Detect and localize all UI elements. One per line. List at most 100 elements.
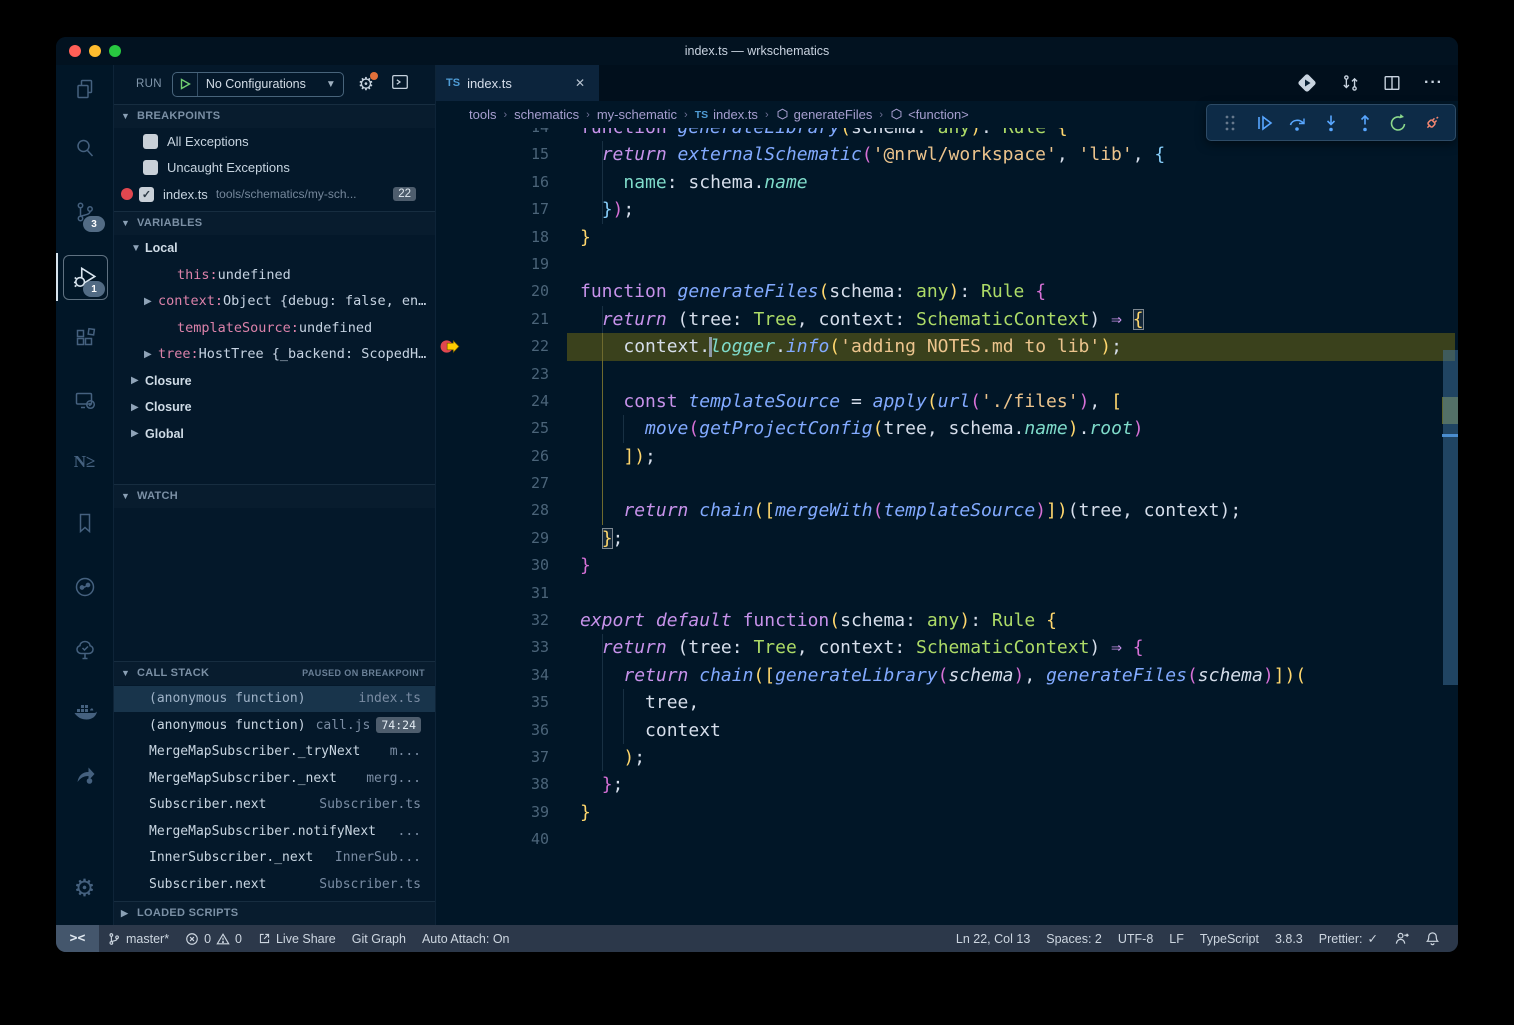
step-into-icon[interactable] (1318, 110, 1344, 136)
close-window-button[interactable] (69, 45, 81, 57)
breakpoint-row[interactable]: Uncaught Exceptions (113, 155, 435, 182)
breakpoint-margin[interactable] (436, 278, 462, 305)
call-stack-frame-row[interactable]: Subscriber.nextSubscriber.ts (113, 792, 435, 819)
line-number[interactable]: 38 (462, 771, 549, 798)
code-line-38[interactable]: 38 }; (436, 771, 1458, 798)
split-editor-icon[interactable] (1382, 73, 1402, 93)
disconnect-icon[interactable] (1419, 110, 1445, 136)
breakpoint-row[interactable]: ✓index.tstools/schematics/my-sch...22 (113, 181, 435, 208)
breakpoint-margin[interactable] (436, 552, 462, 579)
breakpoint-margin[interactable] (436, 415, 462, 442)
continue-icon[interactable] (1251, 110, 1277, 136)
line-number[interactable]: 34 (462, 662, 549, 689)
code-line-30[interactable]: 30} (436, 552, 1458, 579)
more-actions-icon[interactable]: ··· (1424, 74, 1443, 92)
live-share-item[interactable]: Live Share (250, 925, 344, 952)
breadcrumb-item[interactable]: TSindex.ts (695, 107, 758, 122)
loaded-scripts-section-header[interactable]: ▶ LOADED SCRIPTS (113, 901, 435, 925)
breakpoint-margin[interactable] (436, 497, 462, 524)
breakpoint-margin[interactable] (436, 306, 462, 333)
call-stack-section-header[interactable]: ▼ CALL STACK PAUSED ON BREAKPOINT (113, 661, 435, 685)
line-number[interactable]: 40 (462, 826, 549, 853)
variables-scope-row[interactable]: ▶Global (113, 420, 435, 447)
checkbox[interactable]: ✓ (139, 187, 154, 202)
breakpoint-margin[interactable] (436, 128, 462, 141)
settings-gear-icon[interactable]: ⚙ (56, 865, 113, 913)
code-line-19[interactable]: 19 (436, 251, 1458, 278)
git-history-icon[interactable] (56, 563, 113, 611)
code-line-28[interactable]: 28 return chain([mergeWith(templateSourc… (436, 497, 1458, 524)
code-line-18[interactable]: 18} (436, 224, 1458, 251)
encoding-item[interactable]: UTF-8 (1110, 925, 1161, 952)
breakpoint-margin[interactable] (436, 361, 462, 388)
prettier-item[interactable]: Prettier: ✓ (1311, 925, 1386, 952)
zoom-window-button[interactable] (109, 45, 121, 57)
breakpoint-margin[interactable] (436, 662, 462, 689)
breadcrumb-item[interactable]: <function> (890, 107, 969, 122)
line-number[interactable]: 33 (462, 634, 549, 661)
line-number[interactable]: 21 (462, 306, 549, 333)
code-line-27[interactable]: 27 (436, 470, 1458, 497)
breakpoint-margin[interactable] (436, 607, 462, 634)
breakpoint-margin[interactable] (436, 251, 462, 278)
breadcrumb-item[interactable]: generateFiles (776, 107, 873, 122)
problems-item[interactable]: 0 0 (177, 925, 250, 952)
remote-explorer-icon[interactable] (56, 376, 113, 424)
feedback-icon[interactable] (1386, 925, 1417, 952)
typescript-version-item[interactable]: 3.8.3 (1267, 925, 1311, 952)
explorer-icon[interactable] (56, 65, 113, 113)
minimize-window-button[interactable] (89, 45, 101, 57)
configure-gear-icon[interactable]: ⚙ (358, 74, 374, 95)
variables-scope-row[interactable]: ▶Closure (113, 394, 435, 421)
line-number[interactable]: 23 (462, 361, 549, 388)
line-number[interactable]: 39 (462, 799, 549, 826)
variables-section-header[interactable]: ▼ VARIABLES (113, 211, 435, 235)
breakpoint-row[interactable]: All Exceptions (113, 128, 435, 155)
breakpoint-margin[interactable] (436, 826, 462, 853)
code-line-36[interactable]: 36 context (436, 717, 1458, 744)
breakpoint-margin[interactable] (436, 744, 462, 771)
checkbox[interactable] (143, 160, 158, 175)
indentation-item[interactable]: Spaces: 2 (1038, 925, 1110, 952)
step-over-icon[interactable] (1284, 110, 1310, 136)
line-number[interactable]: 25 (462, 415, 549, 442)
close-tab-icon[interactable]: ✕ (571, 74, 589, 92)
line-number[interactable]: 28 (462, 497, 549, 524)
code-editor[interactable]: 14function generateLibrary(schema: any):… (436, 128, 1458, 925)
call-stack-frame-row[interactable]: MergeMapSubscriber._tryNextm... (113, 739, 435, 766)
breakpoint-margin[interactable] (436, 580, 462, 607)
code-line-37[interactable]: 37 ); (436, 744, 1458, 771)
code-line-39[interactable]: 39} (436, 799, 1458, 826)
breadcrumb-item[interactable]: my-schematic (597, 107, 677, 122)
line-number[interactable]: 27 (462, 470, 549, 497)
cursor-position-item[interactable]: Ln 22, Col 13 (948, 925, 1038, 952)
code-line-31[interactable]: 31 (436, 580, 1458, 607)
code-line-40[interactable]: 40 (436, 826, 1458, 853)
bookmarks-icon[interactable] (56, 499, 113, 547)
breakpoint-margin[interactable] (436, 196, 462, 223)
breakpoint-margin[interactable] (436, 799, 462, 826)
code-line-25[interactable]: 25 move(getProjectConfig(tree, schema.na… (436, 415, 1458, 442)
code-line-32[interactable]: 32export default function(schema: any): … (436, 607, 1458, 634)
breakpoint-current-line-icon[interactable] (439, 338, 460, 355)
line-number[interactable]: 19 (462, 251, 549, 278)
code-line-22[interactable]: 22 context.logger.info('adding NOTES.md … (436, 333, 1458, 360)
step-out-icon[interactable] (1352, 110, 1378, 136)
breakpoint-margin[interactable] (436, 634, 462, 661)
git-branch-item[interactable]: master* (99, 925, 177, 952)
traffic-lights[interactable] (69, 45, 121, 57)
docker-icon[interactable] (56, 688, 113, 736)
breakpoint-margin[interactable] (436, 388, 462, 415)
variables-scope-row[interactable]: ▼Local (113, 235, 435, 262)
call-stack-frame-row[interactable]: Subscriber.nextSubscriber.ts (113, 871, 435, 898)
breakpoint-margin[interactable] (436, 525, 462, 552)
git-graph-item[interactable]: Git Graph (344, 925, 414, 952)
toolbar-drag-grip[interactable] (1217, 110, 1243, 136)
line-number[interactable]: 29 (462, 525, 549, 552)
launch-configuration-dropdown[interactable]: No Configurations ▼ (172, 72, 344, 97)
test-tree-icon[interactable] (56, 626, 113, 674)
compare-changes-icon[interactable] (1340, 73, 1360, 93)
line-number[interactable]: 15 (462, 141, 549, 168)
line-number[interactable]: 30 (462, 552, 549, 579)
code-line-15[interactable]: 15 return externalSchematic('@nrwl/works… (436, 141, 1458, 168)
